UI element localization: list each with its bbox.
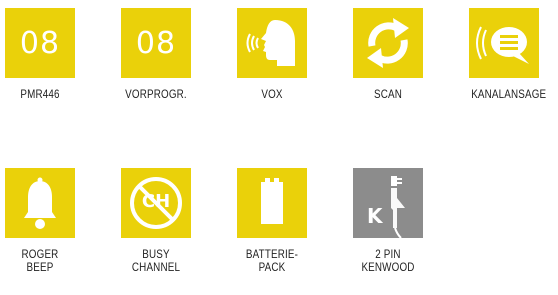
busy-channel-tile: CH bbox=[121, 168, 191, 238]
feature-roger-beep: ROGER BEEP bbox=[0, 168, 80, 274]
channel-abbreviation: CH bbox=[141, 191, 171, 212]
feature-label: VOX bbox=[261, 87, 283, 101]
vox-tile bbox=[237, 8, 307, 78]
circular-arrows-icon bbox=[367, 18, 409, 68]
feature-scan: SCAN bbox=[348, 8, 428, 101]
channel-count: 08 bbox=[19, 25, 61, 61]
battery-icon bbox=[261, 178, 283, 224]
feature-label: ROGER BEEP bbox=[21, 247, 59, 274]
vorprogr-tile: 08 bbox=[121, 8, 191, 78]
scan-tile bbox=[353, 8, 423, 78]
feature-vorprogr: 08 VORPROGR. bbox=[116, 8, 196, 101]
batteriepack-tile bbox=[237, 168, 307, 238]
feature-kanalansage: KANALANSAGE bbox=[464, 8, 547, 101]
feature-busy-channel: CH BUSY CHANNEL bbox=[116, 168, 196, 274]
pmr446-tile: 08 bbox=[5, 8, 75, 78]
feature-vox: VOX bbox=[232, 8, 312, 101]
feature-label: 2 PIN KENWOOD bbox=[361, 247, 415, 274]
feature-2pin-kenwood: K 2 PIN KENWOOD bbox=[348, 168, 428, 274]
speech-bubble-icon bbox=[476, 26, 529, 64]
kanalansage-tile bbox=[469, 8, 539, 78]
feature-label: KANALANSAGE bbox=[471, 87, 547, 101]
feature-label: PMR446 bbox=[20, 87, 60, 101]
kenwood-tile: K bbox=[353, 168, 423, 238]
bell-icon bbox=[24, 177, 56, 229]
speaking-head-icon bbox=[246, 20, 295, 66]
roger-beep-tile bbox=[5, 168, 75, 238]
kenwood-letter: K bbox=[367, 204, 383, 228]
earpiece-plug-icon bbox=[391, 176, 405, 238]
feature-batteriepack: BATTERIE- PACK bbox=[232, 168, 312, 274]
channel-count: 08 bbox=[135, 25, 177, 61]
feature-pmr446: 08 PMR446 bbox=[0, 8, 80, 101]
feature-label: BATTERIE- PACK bbox=[245, 247, 299, 274]
feature-label: VORPROGR. bbox=[125, 87, 187, 101]
feature-label: SCAN bbox=[373, 87, 402, 101]
feature-label: BUSY CHANNEL bbox=[131, 247, 181, 274]
